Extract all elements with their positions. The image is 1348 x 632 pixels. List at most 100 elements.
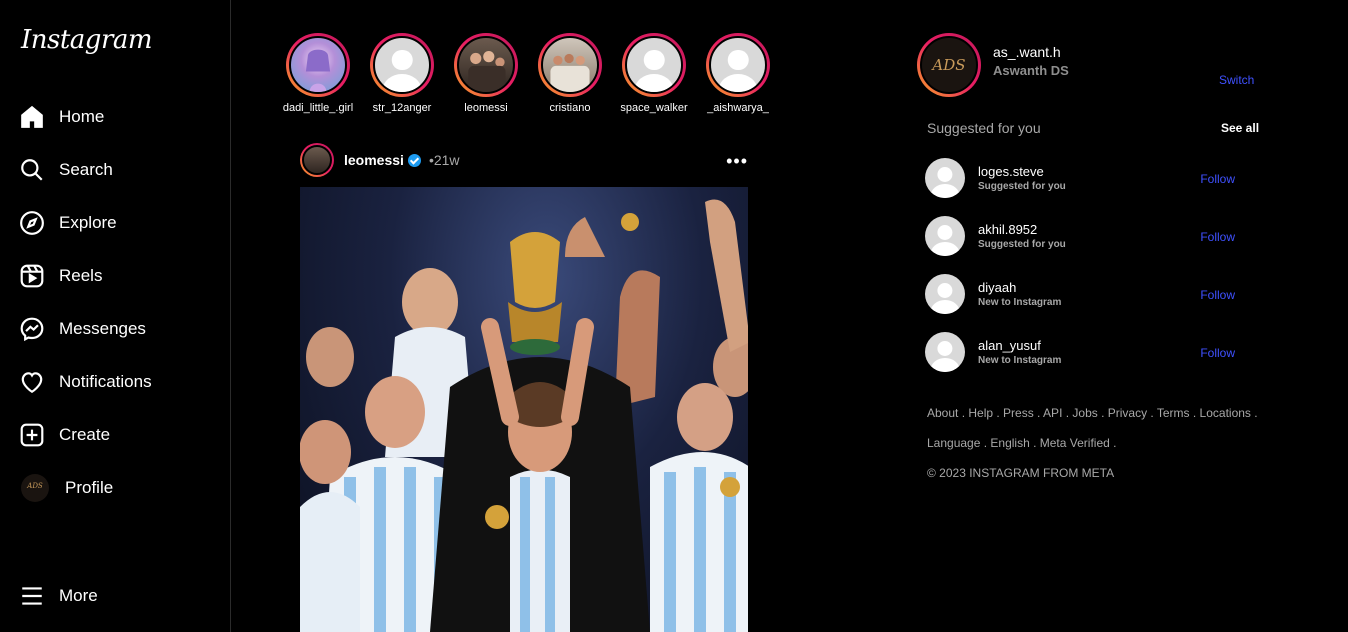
nav-reels-label: Reels bbox=[59, 266, 103, 285]
suggestion-text: alan_yusuf New to Instagram bbox=[978, 338, 1061, 366]
doll-picture bbox=[305, 49, 331, 92]
story-name: leomessi bbox=[464, 102, 508, 114]
nav-home[interactable]: Home bbox=[19, 99, 104, 135]
suggestion-reason: New to Instagram bbox=[978, 297, 1062, 308]
home-icon bbox=[19, 104, 45, 130]
suggestion-username[interactable]: diyaah bbox=[978, 280, 1061, 295]
copyright: © 2023 INSTAGRAM FROM META bbox=[927, 466, 1115, 480]
suggestion-row: alan_yusuf New to Instagram Follow bbox=[925, 332, 1255, 372]
post-avatar-ring[interactable] bbox=[300, 143, 334, 177]
story-name: _aishwarya_ bbox=[707, 102, 769, 114]
suggestion-reason: Suggested for you bbox=[978, 239, 1066, 250]
stories-tray: dadi_little_.girl str_12anger leomessi c… bbox=[276, 33, 780, 114]
story-item[interactable]: str_12anger bbox=[360, 33, 444, 114]
story-avatar bbox=[541, 36, 599, 94]
default-avatar-icon bbox=[709, 36, 767, 94]
post-header: leomessi •21w ••• bbox=[300, 143, 748, 177]
instagram-logo[interactable]: Instagram bbox=[21, 25, 153, 55]
current-user-text: as_.want.h Aswanth DS bbox=[993, 44, 1069, 78]
sidebar: Instagram Home Search Explore Reels Mess… bbox=[0, 0, 231, 632]
nav-explore[interactable]: Explore bbox=[19, 205, 117, 241]
post-image[interactable] bbox=[300, 187, 748, 632]
suggestion-reason: Suggested for you bbox=[978, 181, 1066, 192]
story-item[interactable]: leomessi bbox=[444, 33, 528, 114]
suggestion-username[interactable]: akhil.8952 bbox=[978, 222, 1066, 237]
story-avatar bbox=[457, 36, 515, 94]
story-avatar bbox=[289, 36, 347, 94]
story-name: str_12anger bbox=[372, 102, 432, 114]
profile-avatar-monogram: ADS bbox=[27, 482, 43, 490]
nav-search-label: Search bbox=[59, 160, 113, 179]
story-ring bbox=[622, 33, 686, 97]
family-picture bbox=[550, 53, 590, 92]
footer-links-secondary[interactable]: Language . English . Meta Verified . bbox=[927, 436, 1116, 450]
story-ring bbox=[370, 33, 434, 97]
suggestion-username[interactable]: loges.steve bbox=[978, 164, 1066, 179]
suggestion-row: akhil.8952 Suggested for you Follow bbox=[925, 216, 1255, 256]
suggested-title: Suggested for you bbox=[927, 120, 1041, 136]
follow-button[interactable]: Follow bbox=[1200, 230, 1235, 244]
search-icon bbox=[19, 157, 45, 183]
suggestion-text: akhil.8952 Suggested for you bbox=[978, 222, 1066, 250]
follow-button[interactable]: Follow bbox=[1200, 172, 1235, 186]
current-username[interactable]: as_.want.h bbox=[993, 44, 1069, 60]
suggestion-row: loges.steve Suggested for you Follow bbox=[925, 158, 1255, 198]
nav-create-label: Create bbox=[59, 425, 111, 444]
verified-badge-icon bbox=[407, 153, 421, 167]
default-avatar-icon[interactable] bbox=[925, 332, 965, 372]
nav-search[interactable]: Search bbox=[19, 152, 113, 188]
story-name: cristiano bbox=[549, 102, 591, 114]
story-name: space_walker bbox=[620, 102, 688, 114]
story-item[interactable]: dadi_little_.girl bbox=[276, 33, 360, 114]
nav-messenges-label: Messenges bbox=[59, 319, 146, 338]
nav-reels[interactable]: Reels bbox=[19, 258, 102, 294]
story-name: dadi_little_.girl bbox=[282, 102, 354, 114]
switch-button[interactable]: Switch bbox=[1219, 73, 1254, 87]
nav-messenges[interactable]: Messenges bbox=[19, 311, 146, 347]
profile-avatar: ADS bbox=[21, 474, 49, 502]
nav-profile[interactable]: ADS Profile bbox=[21, 470, 113, 506]
story-item[interactable]: _aishwarya_ bbox=[696, 33, 780, 114]
heart-icon bbox=[19, 369, 45, 395]
story-ring bbox=[706, 33, 770, 97]
nav-notifications-label: Notifications bbox=[59, 372, 152, 391]
suggestion-reason: New to Instagram bbox=[978, 355, 1062, 366]
story-item[interactable]: cristiano bbox=[528, 33, 612, 114]
suggestion-row: diyaah New to Instagram Follow bbox=[925, 274, 1255, 314]
post-timestamp: •21w bbox=[428, 152, 460, 168]
default-avatar-icon[interactable] bbox=[925, 158, 965, 198]
nav-profile-label: Profile bbox=[65, 478, 114, 497]
default-avatar-icon[interactable] bbox=[925, 216, 965, 256]
compass-icon bbox=[19, 210, 45, 236]
follow-button[interactable]: Follow bbox=[1200, 288, 1235, 302]
nav-home-label: Home bbox=[59, 107, 105, 126]
celebration-photo bbox=[300, 199, 748, 632]
nav-notifications[interactable]: Notifications bbox=[19, 364, 152, 400]
see-all-link[interactable]: See all bbox=[1221, 121, 1259, 135]
current-user-avatar: ADS bbox=[920, 36, 978, 94]
messenger-icon bbox=[19, 316, 45, 342]
plus-square-icon bbox=[19, 422, 45, 448]
story-item[interactable]: space_walker bbox=[612, 33, 696, 114]
current-user-avatar-ring[interactable]: ADS bbox=[917, 33, 981, 97]
nav-create[interactable]: Create bbox=[19, 417, 110, 453]
current-user: ADS as_.want.h Aswanth DS bbox=[917, 33, 1069, 97]
default-avatar-icon[interactable] bbox=[925, 274, 965, 314]
nav-explore-label: Explore bbox=[59, 213, 117, 232]
nav-more-label: More bbox=[59, 586, 98, 605]
suggestion-username[interactable]: alan_yusuf bbox=[978, 338, 1061, 353]
suggestion-text: diyaah New to Instagram bbox=[978, 280, 1061, 308]
default-avatar-icon bbox=[373, 36, 431, 94]
story-ring bbox=[454, 33, 518, 97]
current-fullname: Aswanth DS bbox=[993, 63, 1069, 78]
follow-button[interactable]: Follow bbox=[1200, 346, 1235, 360]
more-options-icon[interactable]: ••• bbox=[726, 151, 748, 172]
suggestion-text: loges.steve Suggested for you bbox=[978, 164, 1066, 192]
reels-icon bbox=[19, 263, 45, 289]
menu-icon bbox=[19, 583, 45, 609]
post-username[interactable]: leomessi bbox=[344, 152, 404, 168]
post-avatar bbox=[302, 145, 332, 175]
nav-more[interactable]: More bbox=[19, 578, 98, 614]
story-ring bbox=[286, 33, 350, 97]
footer-links[interactable]: About . Help . Press . API . Jobs . Priv… bbox=[927, 406, 1258, 420]
